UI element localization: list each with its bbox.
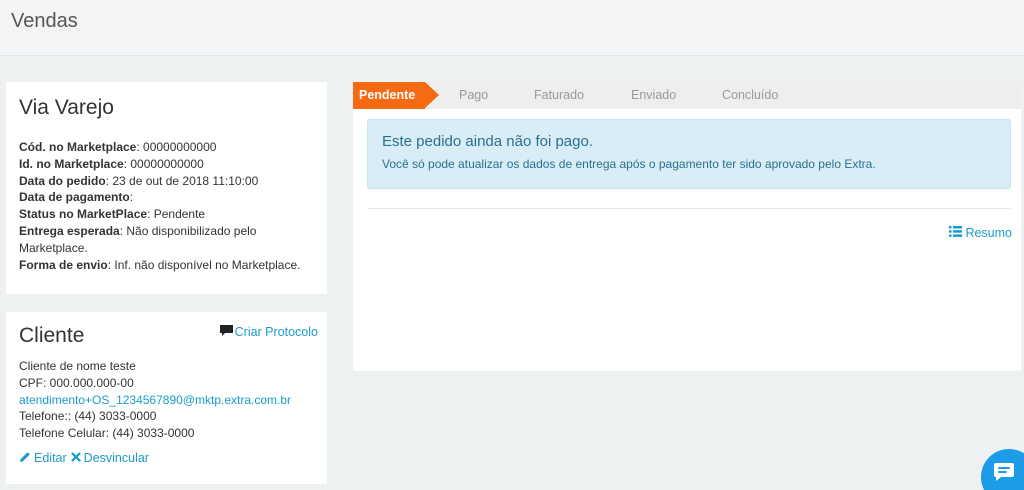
info-expected-delivery: Entrega esperada: Não disponibilizado pe… xyxy=(19,223,314,257)
info-label: Entrega esperada xyxy=(19,223,120,238)
close-icon xyxy=(71,451,81,465)
create-protocol-label: Criar Protocolo xyxy=(234,325,318,339)
order-steps: Pendente Pago Faturado Enviado Concluído xyxy=(353,82,1021,109)
page-title: Vendas xyxy=(11,10,78,32)
info-value: : xyxy=(129,190,134,205)
edit-label: Editar xyxy=(34,451,67,466)
unlink-label: Desvincular xyxy=(83,451,149,466)
info-value: : 00000000000 xyxy=(136,140,217,154)
info-label: Data do pedido xyxy=(19,173,106,188)
resumo-link[interactable]: Resumo xyxy=(949,226,1012,240)
client-phone: Telefone:: (44) 3033-0000 xyxy=(19,409,157,424)
list-icon xyxy=(949,226,963,240)
info-value: : Inf. não disponível no Marketplace. xyxy=(107,257,301,272)
client-email-link[interactable]: atendimento+OS_1234567890@mktp.extra.com… xyxy=(19,392,314,409)
info-value: : 23 de out de 2018 11:10:00 xyxy=(105,173,259,188)
info-label: Forma de envio xyxy=(19,257,108,272)
step-concluido[interactable]: Concluído xyxy=(722,82,802,109)
info-shipping-method: Forma de envio: Inf. não disponível no M… xyxy=(19,257,314,274)
step-pago[interactable]: Pago xyxy=(459,82,534,109)
step-faturado[interactable]: Faturado xyxy=(534,82,631,109)
info-payment-date: Data de pagamento: xyxy=(19,189,314,206)
client-mobile: Telefone Celular: (44) 3033-0000 xyxy=(19,426,195,441)
info-label: Id. no Marketplace xyxy=(19,156,124,171)
divider xyxy=(367,208,1011,209)
info-marketplace-id: Id. no Marketplace: 00000000000 xyxy=(19,156,314,173)
alert-text: Você só pode atualizar os dados de entre… xyxy=(382,157,876,171)
page-header: Vendas xyxy=(0,0,1024,56)
marketplace-panel: Via Varejo Cód. no Marketplace: 00000000… xyxy=(6,82,327,294)
create-protocol-link[interactable]: Criar Protocolo xyxy=(219,325,318,339)
client-actions: Editar Desvincular xyxy=(19,451,314,466)
order-status-panel: Pendente Pago Faturado Enviado Concluído… xyxy=(353,82,1021,371)
marketplace-title: Via Varejo xyxy=(19,96,114,119)
unlink-client-button[interactable]: Desvincular xyxy=(71,451,149,466)
comment-icon xyxy=(219,325,233,339)
resumo-label: Resumo xyxy=(965,226,1012,240)
pencil-icon xyxy=(19,451,31,466)
payment-pending-alert: Este pedido ainda não foi pago. Você só … xyxy=(367,119,1011,189)
info-order-date: Data do pedido: 23 de out de 2018 11:10:… xyxy=(19,173,314,190)
info-marketplace-status: Status no MarketPlace: Pendente xyxy=(19,206,314,223)
info-value: : 00000000000 xyxy=(123,156,204,171)
info-label: Status no MarketPlace xyxy=(19,207,148,222)
step-enviado[interactable]: Enviado xyxy=(631,82,722,109)
client-name: Cliente de nome teste xyxy=(19,359,136,373)
client-cpf: CPF: 000.000.000-00 xyxy=(19,375,134,390)
edit-client-button[interactable]: Editar xyxy=(19,451,67,466)
info-label: Cód. no Marketplace xyxy=(19,140,137,154)
info-marketplace-code: Cód. no Marketplace: 00000000000 xyxy=(19,139,314,156)
info-label: Data de pagamento xyxy=(19,190,130,205)
step-pendente[interactable]: Pendente xyxy=(353,82,439,109)
chat-button[interactable] xyxy=(981,449,1024,490)
client-panel: Cliente Criar Protocolo Cliente de nome … xyxy=(6,312,327,484)
info-value: : Pendente xyxy=(147,207,206,222)
alert-title: Este pedido ainda não foi pago. xyxy=(382,133,594,150)
